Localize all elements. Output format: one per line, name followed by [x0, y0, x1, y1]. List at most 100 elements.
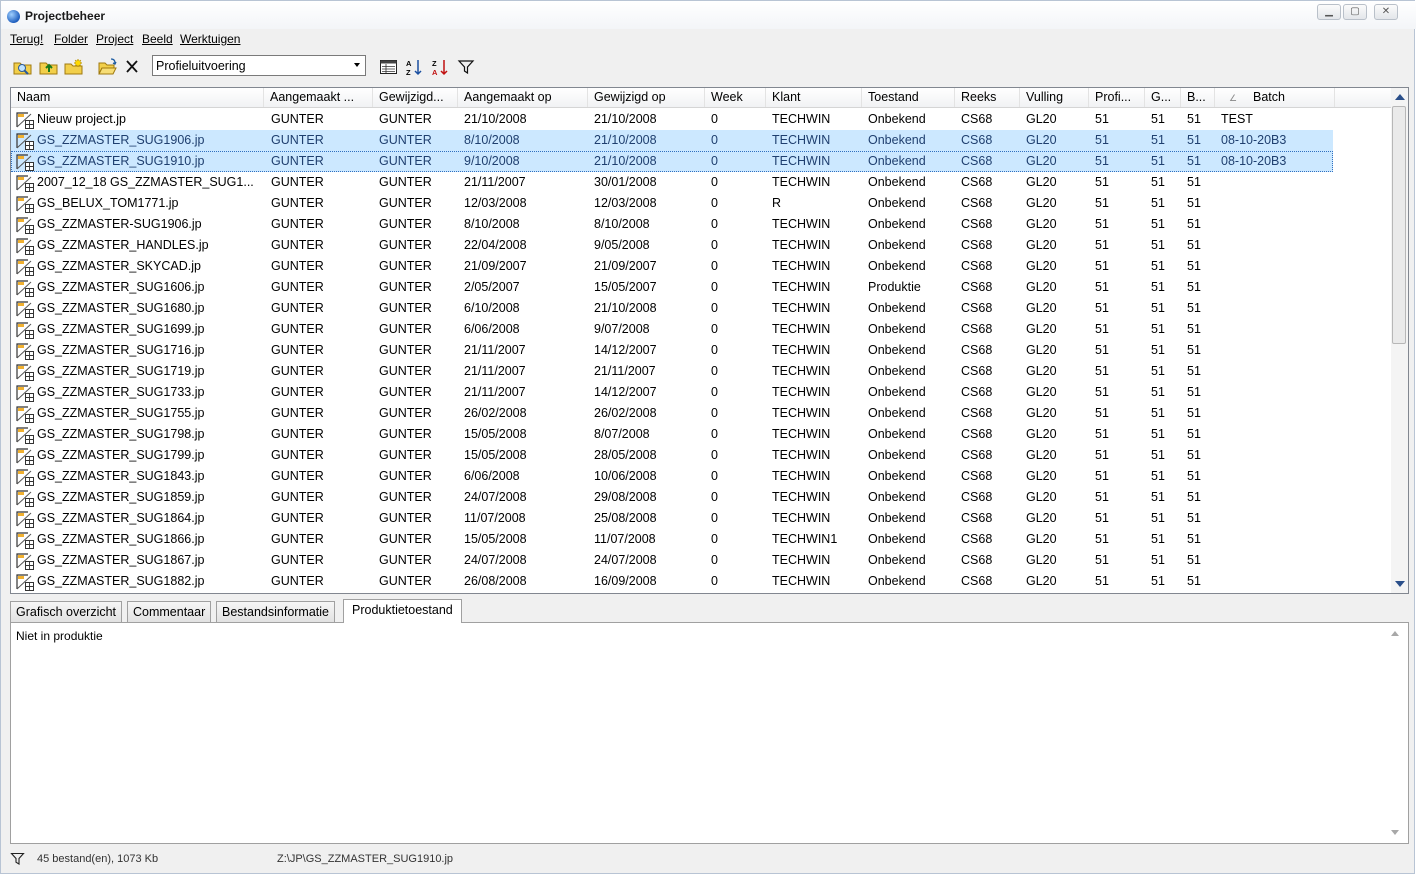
cell-created-on: 21/10/2008	[464, 112, 527, 126]
scroll-up-icon[interactable]	[1395, 94, 1405, 100]
cell-week: 0	[711, 490, 718, 504]
filter-button[interactable]	[455, 57, 477, 77]
table-row[interactable]: GS_ZZMASTER_SKYCAD.jp GUNTER GUNTER 21/09/2…	[11, 256, 1333, 277]
table-row[interactable]: GS_ZZMASTER_SUG1867.jp GUNTER GUNTER 24/07/…	[11, 550, 1333, 571]
cell-state: Produktie	[868, 280, 921, 294]
cell-state: Onbekend	[868, 427, 926, 441]
table-row[interactable]: 2007_12_18 GS_ZZMASTER_SUG1... GUNTER GUNT…	[11, 172, 1333, 193]
table-row[interactable]: GS_ZZMASTER_SUG1733.jp GUNTER GUNTER 21/11/…	[11, 382, 1333, 403]
table-row[interactable]: Nieuw project.jp GUNTER GUNTER 21/10/2008 21…	[11, 109, 1333, 130]
column-header-g[interactable]: G...	[1145, 88, 1181, 107]
cell-week: 0	[711, 364, 718, 378]
scrollbar-thumb[interactable]	[1392, 106, 1406, 344]
menu-folder[interactable]: Folder	[54, 32, 88, 46]
file-list[interactable]: Naam Aangemaakt ... Gewijzigd... Aangema…	[10, 87, 1409, 594]
table-row[interactable]: GS_ZZMASTER_SUG1859.jp GUNTER GUNTER 24/07/…	[11, 487, 1333, 508]
profile-select[interactable]: Profieluitvoering	[152, 55, 366, 76]
table-row[interactable]: GS_ZZMASTER_SUG1680.jp GUNTER GUNTER 6/10/2…	[11, 298, 1333, 319]
close-button[interactable]: ✕	[1374, 4, 1398, 20]
column-header-profiel[interactable]: Profi...	[1089, 88, 1145, 107]
cell-profile: 51	[1095, 322, 1109, 336]
table-row[interactable]: GS_ZZMASTER_SUG1866.jp GUNTER GUNTER 15/05/…	[11, 529, 1333, 550]
tab-produktietoestand[interactable]: Produktietoestand	[343, 599, 462, 623]
cell-modified-on: 9/05/2008	[594, 238, 650, 252]
panel-scroll-up-icon[interactable]	[1391, 631, 1399, 636]
column-header-batch[interactable]: ∠ Batch	[1215, 88, 1335, 107]
menu-project[interactable]: Project	[96, 32, 133, 46]
tab-panel: Niet in produktie	[10, 622, 1409, 844]
table-row[interactable]: GS_ZZMASTER-SUG1906.jp GUNTER GUNTER 8/10/2…	[11, 214, 1333, 235]
cell-series: CS68	[961, 574, 993, 588]
cell-created-on: 12/03/2008	[464, 196, 527, 210]
cell-g: 51	[1151, 322, 1165, 336]
tab-bestandsinformatie[interactable]: Bestandsinformatie	[216, 601, 336, 622]
cell-b: 51	[1187, 511, 1201, 525]
cell-name: 2007_12_18 GS_ZZMASTER_SUG1...	[37, 175, 254, 189]
menu-beeld[interactable]: Beeld	[142, 32, 173, 46]
cell-b: 51	[1187, 490, 1201, 504]
vertical-scrollbar[interactable]	[1391, 88, 1408, 593]
column-header-week[interactable]: Week	[705, 88, 766, 107]
maximize-button[interactable]: ▢	[1343, 4, 1367, 20]
table-row[interactable]: GS_ZZMASTER_SUG1910.jp GUNTER GUNTER 9/10/2…	[11, 151, 1333, 172]
table-row[interactable]: GS_ZZMASTER_SUG1716.jp GUNTER GUNTER 21/11/…	[11, 340, 1333, 361]
table-row[interactable]: GS_ZZMASTER_SUG1755.jp GUNTER GUNTER 26/02/…	[11, 403, 1333, 424]
table-row[interactable]: GS_ZZMASTER_HANDLES.jp GUNTER GUNTER 22/04/…	[11, 235, 1333, 256]
table-row[interactable]: GS_ZZMASTER_SUG1699.jp GUNTER GUNTER 6/06/2…	[11, 319, 1333, 340]
menu-werktuigen[interactable]: Werktuigen	[180, 32, 240, 46]
column-header-modified-by[interactable]: Gewijzigd...	[373, 88, 458, 107]
cell-filling: GL20	[1026, 112, 1057, 126]
column-header-created-on[interactable]: Aangemaakt op	[458, 88, 588, 107]
filter-icon[interactable]	[10, 852, 26, 866]
table-row[interactable]: GS_ZZMASTER_SUG1798.jp GUNTER GUNTER 15/05/…	[11, 424, 1333, 445]
scroll-down-icon[interactable]	[1395, 581, 1405, 587]
cell-modified-by: GUNTER	[379, 259, 432, 273]
column-header-b[interactable]: B...	[1181, 88, 1215, 107]
column-header-reeks[interactable]: Reeks	[955, 88, 1020, 107]
cell-client: TECHWIN	[772, 133, 831, 147]
cell-series: CS68	[961, 175, 993, 189]
column-header-vulling[interactable]: Vulling	[1020, 88, 1089, 107]
cell-profile: 51	[1095, 469, 1109, 483]
cell-filling: GL20	[1026, 532, 1057, 546]
table-row[interactable]: GS_BELUX_TOM1771.jp GUNTER GUNTER 12/03/200…	[11, 193, 1333, 214]
column-header-naam[interactable]: Naam	[11, 88, 264, 107]
column-header-klant[interactable]: Klant	[766, 88, 862, 107]
cell-b: 51	[1187, 133, 1201, 147]
cell-g: 51	[1151, 154, 1165, 168]
new-folder-button[interactable]	[62, 57, 84, 77]
cell-client: TECHWIN	[772, 217, 831, 231]
table-row[interactable]: GS_ZZMASTER_SUG1882.jp GUNTER GUNTER 26/08/…	[11, 571, 1333, 592]
cell-client: TECHWIN	[772, 364, 831, 378]
column-header-modified-on[interactable]: Gewijzigd op	[588, 88, 705, 107]
search-folder-button[interactable]	[11, 57, 33, 77]
cell-week: 0	[711, 238, 718, 252]
column-header-created-by[interactable]: Aangemaakt ...	[264, 88, 373, 107]
details-view-button[interactable]	[377, 57, 399, 77]
delete-button[interactable]	[121, 57, 143, 77]
open-folder-button[interactable]	[96, 57, 118, 77]
cell-created-by: GUNTER	[271, 112, 324, 126]
table-row[interactable]: GS_ZZMASTER_SUG1606.jp GUNTER GUNTER 2/05/2…	[11, 277, 1333, 298]
menu-terug[interactable]: Terug!	[10, 32, 43, 46]
sort-descending-button[interactable]: Z A	[429, 57, 451, 77]
panel-scroll-down-icon[interactable]	[1391, 830, 1399, 835]
cell-created-on: 15/05/2008	[464, 448, 527, 462]
cell-profile: 51	[1095, 217, 1109, 231]
tab-commentaar[interactable]: Commentaar	[127, 601, 212, 622]
chevron-down-icon[interactable]	[354, 63, 360, 67]
minimize-button[interactable]: ▁	[1317, 4, 1341, 20]
column-header-toestand[interactable]: Toestand	[862, 88, 955, 107]
project-file-icon	[16, 364, 34, 381]
table-row[interactable]: GS_ZZMASTER_SUG1843.jp GUNTER GUNTER 6/06/2…	[11, 466, 1333, 487]
sort-ascending-button[interactable]: A Z	[403, 57, 425, 77]
delete-icon	[126, 60, 138, 73]
table-row[interactable]: GS_ZZMASTER_SUG1906.jp GUNTER GUNTER 8/10/2…	[11, 130, 1333, 151]
table-row[interactable]: GS_ZZMASTER_SUG1719.jp GUNTER GUNTER 21/11/…	[11, 361, 1333, 382]
table-row[interactable]: GS_ZZMASTER_SUG1864.jp GUNTER GUNTER 11/07/…	[11, 508, 1333, 529]
cell-g: 51	[1151, 406, 1165, 420]
folder-up-button[interactable]	[37, 57, 59, 77]
tab-grafisch-overzicht[interactable]: Grafisch overzicht	[10, 601, 123, 622]
table-row[interactable]: GS_ZZMASTER_SUG1799.jp GUNTER GUNTER 15/05/…	[11, 445, 1333, 466]
cell-profile: 51	[1095, 175, 1109, 189]
